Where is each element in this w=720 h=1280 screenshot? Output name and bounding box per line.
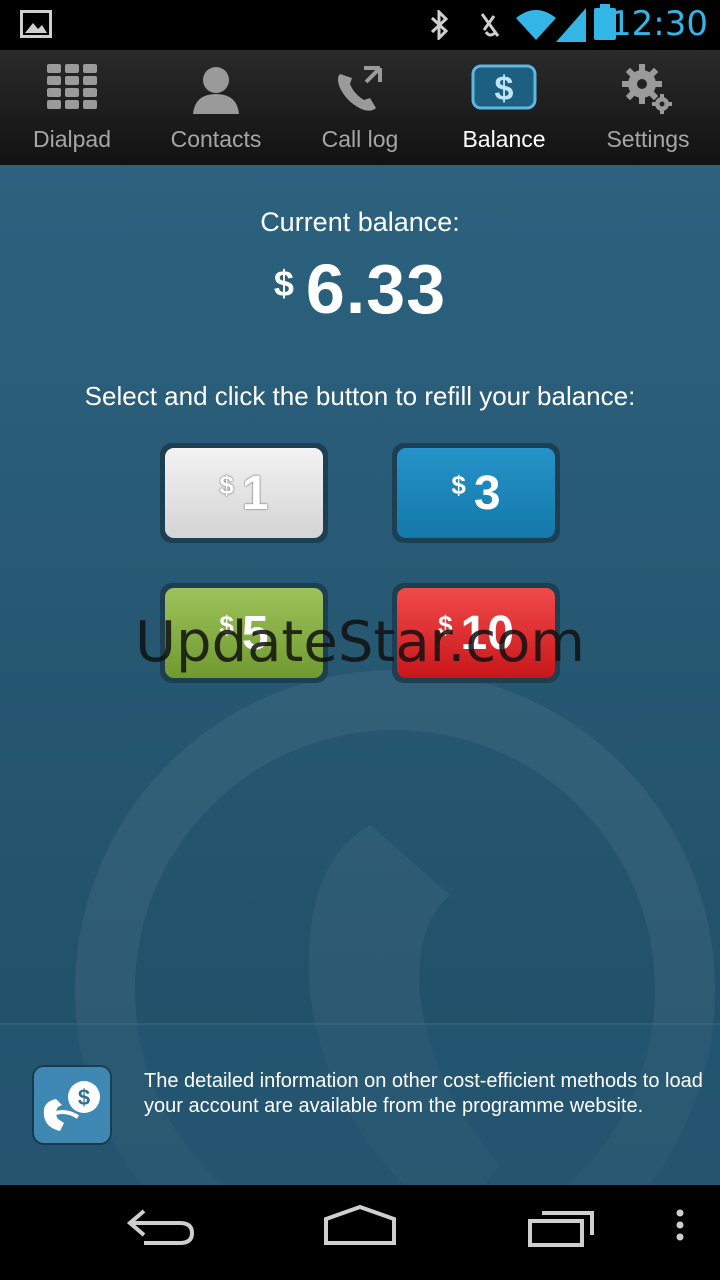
info-text: The detailed information on other cost-e… xyxy=(144,1070,703,1117)
refill-instruction: Select and click the button to refill yo… xyxy=(84,381,636,411)
balance-currency: $ xyxy=(273,263,294,304)
contacts-icon xyxy=(193,67,239,114)
home-icon[interactable] xyxy=(322,1205,398,1249)
refill-3-button[interactable]: $3 xyxy=(392,443,560,543)
dialpad-icon xyxy=(47,64,97,109)
tab-settings[interactable]: Settings xyxy=(576,50,720,165)
tab-call-log[interactable]: Call log xyxy=(288,50,432,165)
watermark-text: UpdateStar.com xyxy=(135,610,585,675)
balance-icon: $ xyxy=(471,64,537,110)
navigation-bar xyxy=(0,1185,720,1280)
tab-bar: Dialpad Contacts Call log $ Balance Sett… xyxy=(0,50,720,167)
tab-label: Settings xyxy=(606,126,690,152)
back-icon[interactable] xyxy=(124,1205,196,1249)
status-time: 12:30 xyxy=(610,4,708,44)
info-panel: $ The detailed information on other cost… xyxy=(0,1023,720,1185)
wifi-icon xyxy=(516,10,556,40)
gallery-notification-icon xyxy=(20,10,52,38)
overflow-menu-icon[interactable] xyxy=(674,1205,686,1249)
call-log-icon xyxy=(338,66,382,111)
mute-icon xyxy=(480,13,500,37)
svg-text:$: $ xyxy=(495,70,514,108)
refill-value: 3 xyxy=(473,466,501,520)
signal-icon xyxy=(556,8,586,42)
status-bar: 12:30 xyxy=(0,0,720,50)
recent-apps-icon[interactable] xyxy=(526,1205,600,1249)
money-phone-icon[interactable]: $ xyxy=(34,1067,110,1143)
refill-1-button[interactable]: $1 xyxy=(160,443,328,543)
refill-value: 1 xyxy=(241,466,269,520)
tab-contacts[interactable]: Contacts xyxy=(144,50,288,165)
bluetooth-icon xyxy=(430,10,449,40)
tab-dialpad[interactable]: Dialpad xyxy=(0,50,144,165)
balance-amount: $6.33 xyxy=(0,249,720,329)
balance-value: 6.33 xyxy=(305,250,447,328)
settings-icon xyxy=(622,64,672,114)
tab-label: Dialpad xyxy=(33,126,111,152)
balance-screen: Current balance: $6.33 Select and click … xyxy=(0,165,720,1185)
tab-label: Contacts xyxy=(170,126,262,152)
current-balance-label: Current balance: xyxy=(260,207,460,237)
currency-symbol: $ xyxy=(219,469,234,500)
currency-symbol: $ xyxy=(451,469,466,500)
svg-text:$: $ xyxy=(78,1085,90,1110)
tab-balance[interactable]: $ Balance xyxy=(432,50,576,165)
tab-label: Call log xyxy=(321,126,399,152)
tab-label: Balance xyxy=(462,126,546,152)
